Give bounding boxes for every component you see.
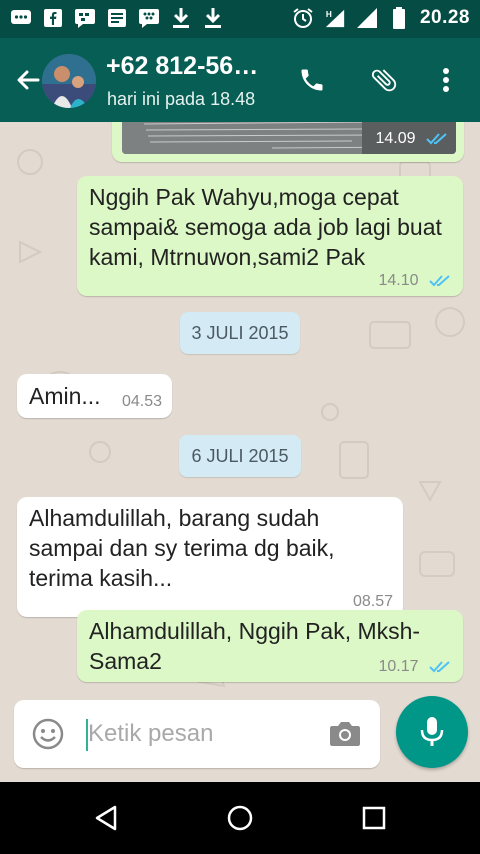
message-time: 14.10 xyxy=(379,272,452,290)
emoji-icon[interactable] xyxy=(32,718,64,750)
chat-header: +62 812-56… hari ini pada 18.48 xyxy=(0,38,480,122)
date-divider: 3 JULI 2015 xyxy=(180,312,300,354)
nav-home-icon[interactable] xyxy=(222,800,258,836)
camera-icon[interactable] xyxy=(328,718,362,750)
outgoing-message[interactable]: Nggih Pak Wahyu,moga cepat sampai& semog… xyxy=(77,176,463,296)
avatar[interactable] xyxy=(42,54,96,108)
contact-name[interactable]: +62 812-56… xyxy=(106,52,258,81)
message-time: 10.17 xyxy=(379,658,452,676)
system-nav-bar xyxy=(0,782,480,854)
download-icon-2 xyxy=(202,7,224,29)
composer: Ketik pesan xyxy=(0,692,480,782)
svg-text:H: H xyxy=(326,10,332,19)
message-text: Alhamdulillah, barang sudah sampai dan s… xyxy=(29,505,335,591)
nav-recents-icon[interactable] xyxy=(356,800,392,836)
message-text: Amin... xyxy=(29,383,101,409)
facebook-icon xyxy=(42,7,64,29)
incoming-message[interactable]: Amin... 04.53 xyxy=(17,374,172,418)
blackberry-icon xyxy=(138,7,160,29)
conversation[interactable]: 14.09 Nggih Pak Wahyu,moga cepat sampai&… xyxy=(0,122,480,692)
alarm-icon xyxy=(292,7,314,29)
message-time: 14.09 xyxy=(376,130,449,148)
message-icon xyxy=(106,7,128,29)
bbm-chat-icon xyxy=(74,7,96,29)
mic-button[interactable] xyxy=(396,696,468,768)
message-time: 08.57 xyxy=(352,593,393,610)
message-input-box[interactable]: Ketik pesan xyxy=(14,700,380,768)
back-arrow-icon[interactable] xyxy=(10,62,46,98)
chat-notification-icon xyxy=(10,7,32,29)
incoming-message[interactable]: Alhamdulillah, barang sudah sampai dan s… xyxy=(17,497,403,617)
battery-icon xyxy=(388,7,410,29)
image-message[interactable]: 14.09 xyxy=(112,122,464,162)
outgoing-message[interactable]: Alhamdulillah, Nggih Pak, Mksh-Sama2 10.… xyxy=(77,610,463,682)
message-text: Nggih Pak Wahyu,moga cepat sampai& semog… xyxy=(89,184,442,270)
last-seen: hari ini pada 18.48 xyxy=(107,89,256,109)
signal-h-icon: H xyxy=(324,7,346,29)
attach-icon[interactable] xyxy=(364,60,404,100)
read-ticks-icon xyxy=(426,133,447,145)
read-ticks-icon xyxy=(429,275,450,287)
message-time: 04.53 xyxy=(121,393,162,410)
nav-back-icon[interactable] xyxy=(88,800,124,836)
download-icon xyxy=(170,7,192,29)
signal-icon xyxy=(356,7,378,29)
more-options-icon[interactable] xyxy=(426,60,466,100)
status-bar: H 20.28 xyxy=(0,0,480,38)
message-input[interactable]: Ketik pesan xyxy=(88,720,213,748)
clock: 20.28 xyxy=(419,7,470,28)
mic-icon xyxy=(420,717,444,746)
read-ticks-icon xyxy=(429,661,450,673)
call-icon[interactable] xyxy=(292,60,332,100)
date-divider: 6 JULI 2015 xyxy=(179,435,301,477)
